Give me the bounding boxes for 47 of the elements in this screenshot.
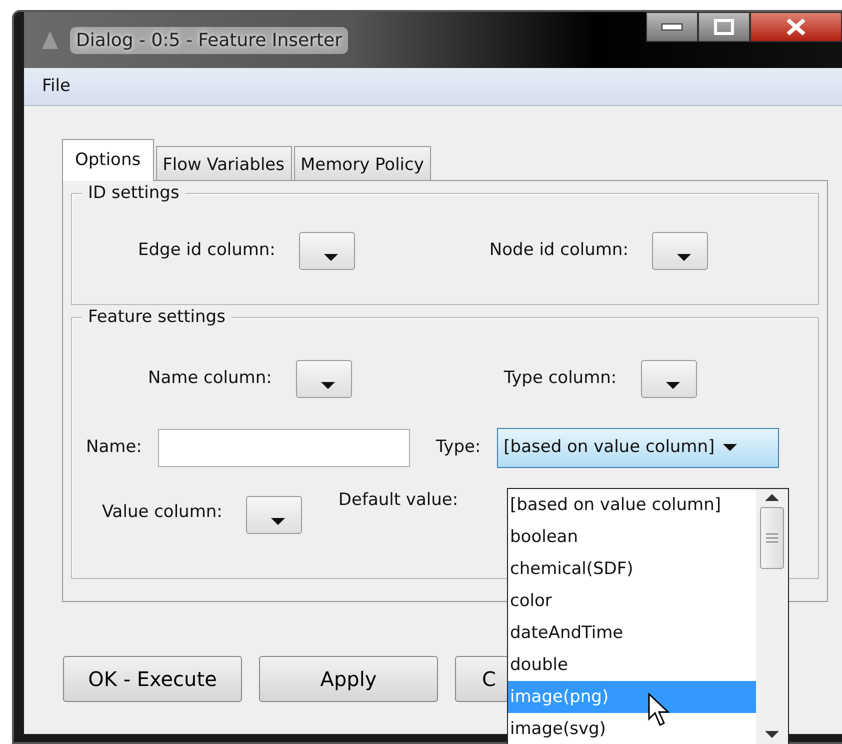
- scroll-thumb[interactable]: [760, 507, 784, 569]
- value-column-dropdown[interactable]: [246, 496, 302, 534]
- caret-icon: [324, 254, 338, 262]
- caret-icon: [722, 444, 737, 452]
- edge-id-dropdown[interactable]: [299, 232, 356, 270]
- maximize-button[interactable]: [698, 12, 750, 42]
- type-dropdown[interactable]: [based on value column]: [496, 428, 779, 468]
- minimize-icon: [661, 23, 683, 31]
- dropdown-option[interactable]: dateAndTime: [508, 617, 756, 649]
- dropdown-option[interactable]: double: [508, 649, 756, 681]
- mouse-cursor-icon: [648, 693, 670, 727]
- field-label: Value column:: [102, 501, 222, 524]
- dialog-button[interactable]: Apply: [259, 656, 438, 702]
- minimize-button[interactable]: [646, 12, 698, 42]
- field-label: Node id column:: [489, 239, 628, 262]
- menu-item[interactable]: File: [42, 74, 70, 100]
- tab[interactable]: Flow Variables: [156, 146, 292, 180]
- dropdown-option[interactable]: color: [508, 585, 756, 617]
- caret-icon: [677, 254, 692, 262]
- field-label: Default value:: [338, 489, 458, 512]
- field-label: Name column:: [148, 367, 272, 390]
- scroll-up-icon[interactable]: [765, 493, 779, 501]
- field-label: Type column:: [504, 367, 617, 390]
- dropdown-option[interactable]: image(svg): [508, 713, 756, 744]
- scrollbar[interactable]: [756, 489, 788, 744]
- dropdown-option[interactable]: chemical(SDF): [508, 553, 756, 585]
- type-column-dropdown[interactable]: [640, 360, 697, 398]
- tab[interactable]: Options: [62, 138, 154, 181]
- close-button[interactable]: [750, 12, 842, 42]
- maximize-icon: [714, 19, 734, 35]
- field-label: Type:: [436, 436, 481, 460]
- close-icon: [785, 18, 807, 36]
- dropdown-option[interactable]: boolean: [508, 521, 756, 553]
- caret-icon: [320, 382, 335, 390]
- caret-icon: [666, 382, 680, 390]
- app-icon: [42, 31, 58, 49]
- dropdown-option[interactable]: [based on value column]: [508, 489, 756, 521]
- node-id-dropdown[interactable]: [652, 232, 708, 270]
- scroll-down-icon[interactable]: [765, 731, 779, 739]
- window-title: Dialog - 0:5 - Feature Inserter: [70, 26, 348, 54]
- field-label: Name:: [86, 436, 142, 460]
- caret-icon: [271, 518, 286, 526]
- tab[interactable]: Memory Policy: [294, 146, 431, 180]
- dialog-button[interactable]: OK - Execute: [63, 656, 242, 702]
- name-input[interactable]: [158, 429, 410, 467]
- field-label: Edge id column:: [138, 239, 276, 262]
- name-column-dropdown[interactable]: [296, 360, 352, 398]
